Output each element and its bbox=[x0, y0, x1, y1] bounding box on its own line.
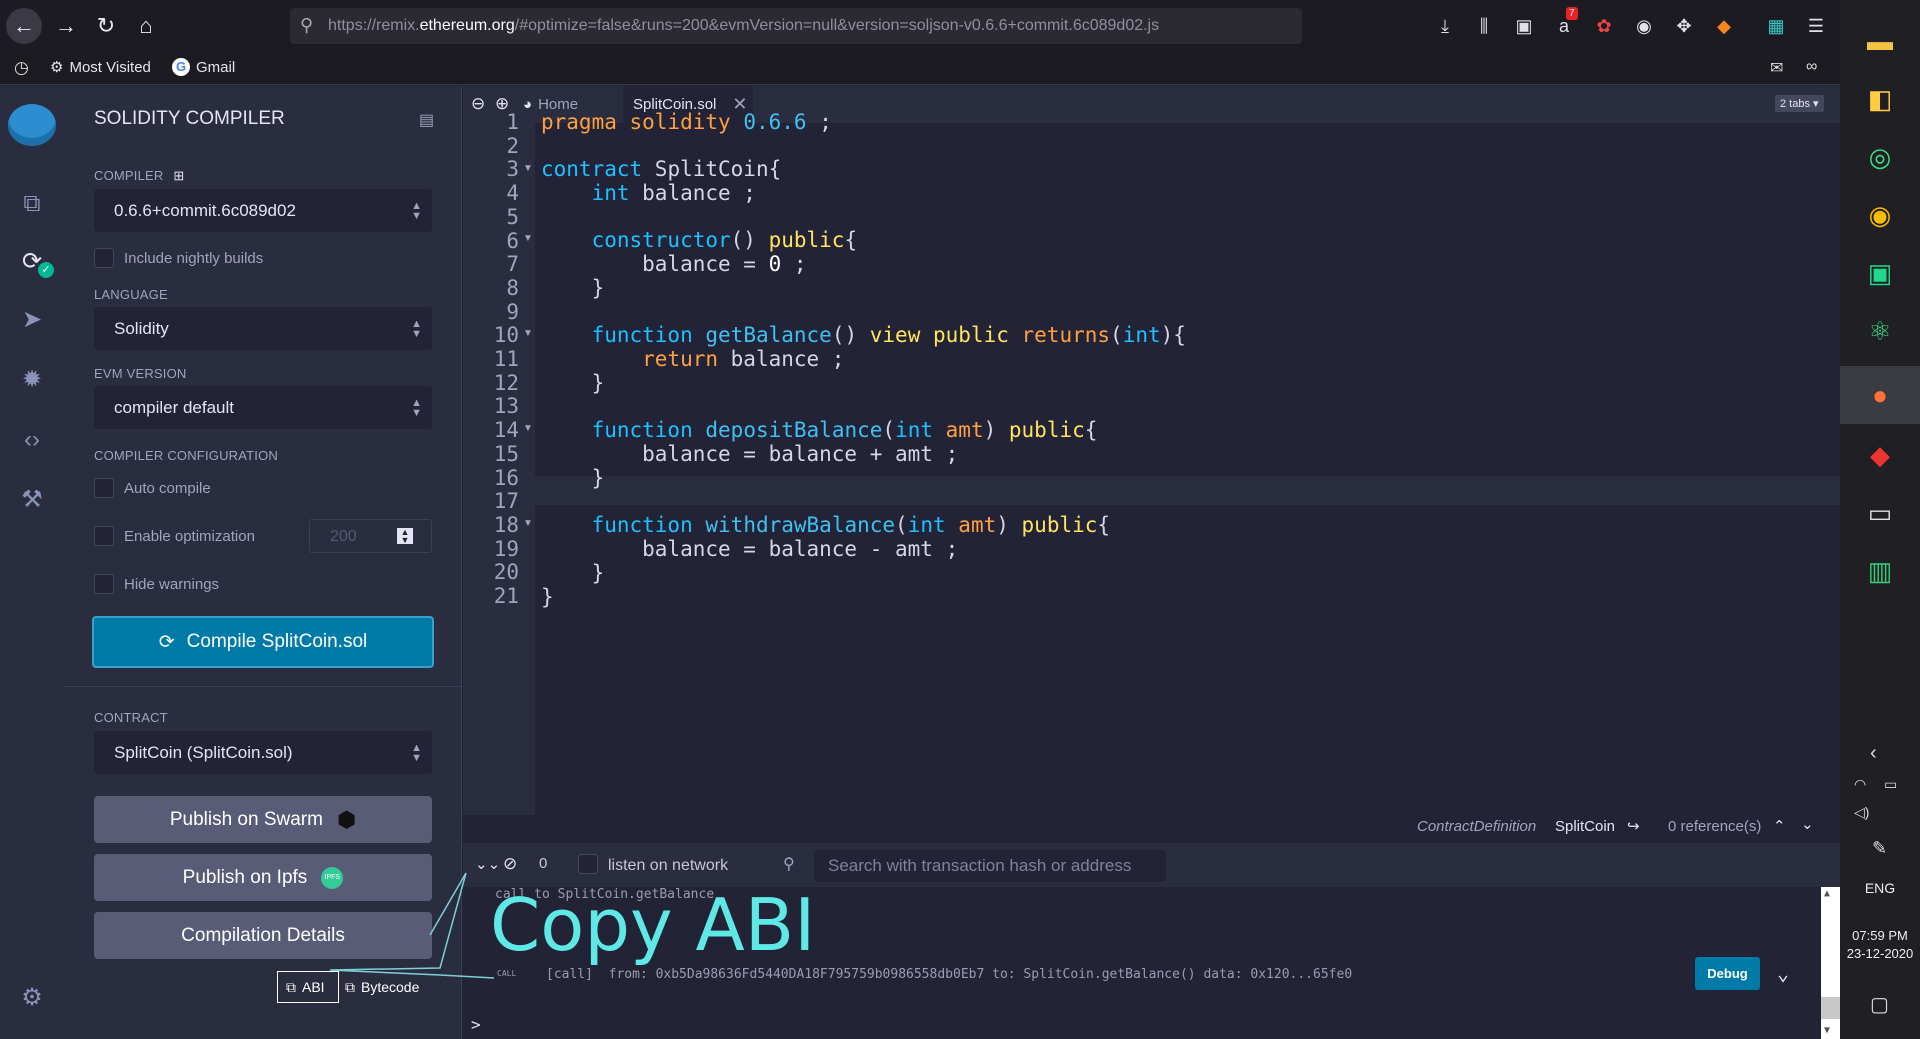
annotation-text: Copy ABI bbox=[490, 883, 816, 967]
annotation-callout-lines bbox=[329, 872, 495, 979]
annotation-arrow bbox=[329, 872, 495, 979]
